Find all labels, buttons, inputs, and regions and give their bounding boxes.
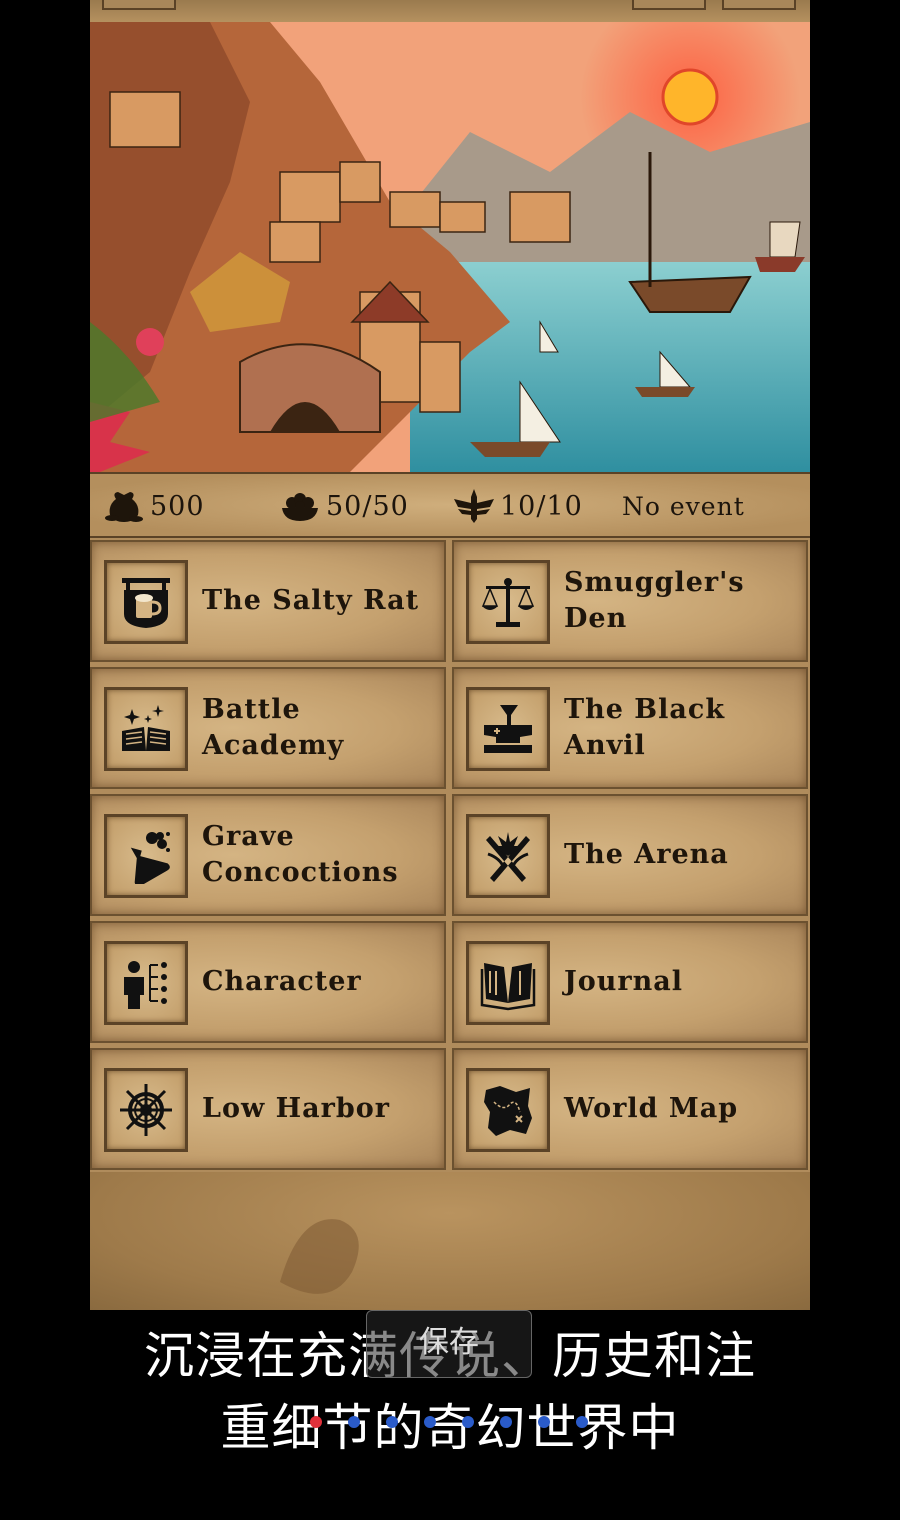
carousel-dots <box>310 1416 600 1430</box>
game-screen: 500 50/50 10/10 No event The Salty Rat S… <box>90 0 810 1310</box>
location-the-arena[interactable]: The Arena <box>452 794 808 916</box>
supplies-value: 50/50 <box>326 490 409 522</box>
location-the-black-anvil[interactable]: The Black Anvil <box>452 667 808 789</box>
journal-icon <box>466 941 550 1025</box>
ship-wheel-icon <box>104 1068 188 1152</box>
spellbook-icon <box>104 687 188 771</box>
crossed-swords-icon <box>466 814 550 898</box>
location-low-harbor[interactable]: Low Harbor <box>90 1048 446 1170</box>
sun <box>661 68 719 126</box>
location-character[interactable]: Character <box>90 921 446 1043</box>
gold-value: 500 <box>150 490 205 522</box>
location-label: Battle Academy <box>202 694 345 761</box>
location-label: Journal <box>564 966 684 997</box>
event-stat: No event <box>622 488 745 524</box>
carousel-dot[interactable] <box>310 1416 322 1428</box>
location-label: The Arena <box>564 839 729 870</box>
save-button[interactable]: 保存 <box>366 1310 532 1378</box>
potion-icon <box>104 814 188 898</box>
carousel-dot[interactable] <box>462 1416 474 1428</box>
winged-sword-icon <box>454 489 494 523</box>
location-label: World Map <box>564 1093 739 1124</box>
event-text: No event <box>622 491 745 521</box>
location-label: Smuggler's Den <box>564 567 745 634</box>
character-tree-icon <box>104 941 188 1025</box>
gold-stat: 500 <box>104 488 205 524</box>
supplies-stat: 50/50 <box>280 488 409 524</box>
location-label: Grave Concoctions <box>202 821 399 888</box>
energy-value: 10/10 <box>500 490 583 522</box>
location-label: The Salty Rat <box>202 585 420 616</box>
harbor-painting <box>90 22 810 472</box>
top-right-button-1[interactable] <box>632 0 706 10</box>
supplies-bowl-icon <box>282 493 318 521</box>
harbor-town-illustration <box>90 22 810 472</box>
location-label: Character <box>202 966 362 997</box>
carousel-dot[interactable] <box>576 1416 588 1428</box>
location-smugglers-den[interactable]: Smuggler's Den <box>452 540 808 662</box>
coin-bag-icon <box>105 492 143 522</box>
location-grave-concoctions[interactable]: Grave Concoctions <box>90 794 446 916</box>
top-right-button-2[interactable] <box>722 0 796 10</box>
status-bar: 500 50/50 10/10 No event <box>90 472 810 538</box>
carousel-dot[interactable] <box>348 1416 360 1428</box>
location-label: The Black Anvil <box>564 694 726 761</box>
location-grid: The Salty Rat Smuggler's Den Battle Acad… <box>90 540 810 1172</box>
scales-icon <box>466 560 550 644</box>
location-battle-academy[interactable]: Battle Academy <box>90 667 446 789</box>
carousel-dot[interactable] <box>500 1416 512 1428</box>
location-world-map[interactable]: World Map <box>452 1048 808 1170</box>
top-bar <box>90 0 810 24</box>
carousel-dot[interactable] <box>386 1416 398 1428</box>
location-label: Low Harbor <box>202 1093 390 1124</box>
tavern-icon <box>104 560 188 644</box>
parchment-stain <box>280 1219 359 1294</box>
anvil-icon <box>466 687 550 771</box>
location-the-salty-rat[interactable]: The Salty Rat <box>90 540 446 662</box>
top-left-button[interactable] <box>102 0 176 10</box>
treasure-map-icon <box>466 1068 550 1152</box>
location-journal[interactable]: Journal <box>452 921 808 1043</box>
carousel-dot[interactable] <box>424 1416 436 1428</box>
energy-stat: 10/10 <box>454 488 583 524</box>
parchment-footer <box>90 1172 810 1310</box>
carousel-dot[interactable] <box>538 1416 550 1428</box>
